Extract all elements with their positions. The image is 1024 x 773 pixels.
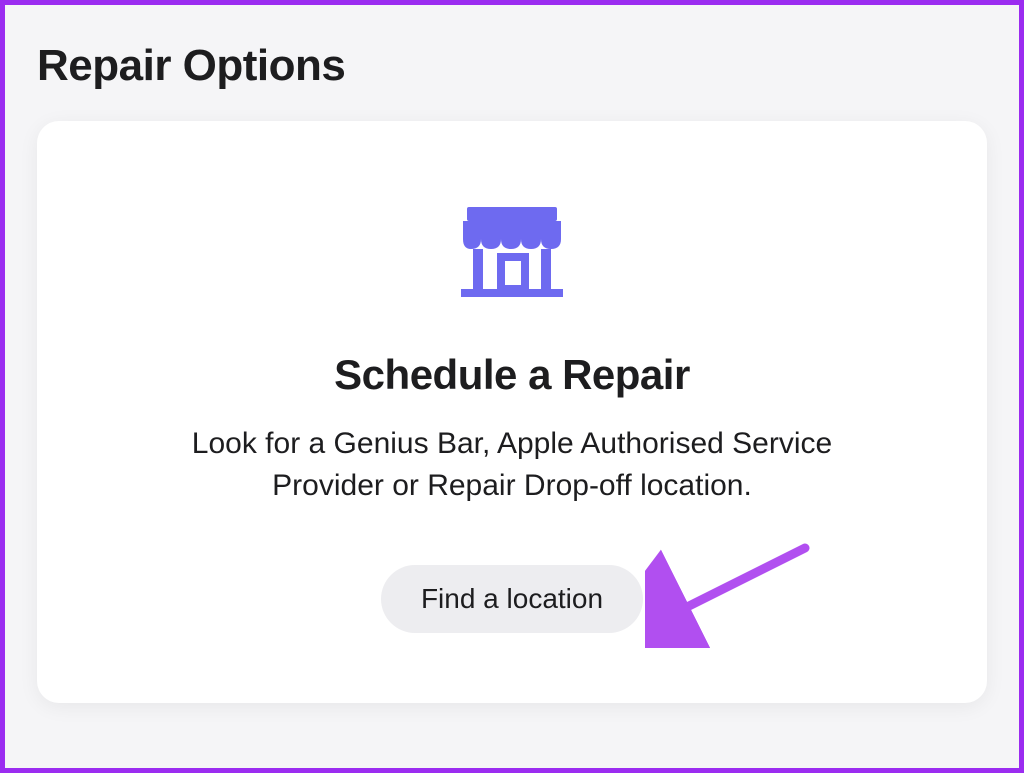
page: Repair Options Schedule a Repair Look fo…: [5, 5, 1019, 731]
card-title: Schedule a Repair: [97, 351, 927, 399]
page-title: Repair Options: [37, 41, 991, 91]
repair-card: Schedule a Repair Look for a Genius Bar,…: [37, 121, 987, 703]
storefront-icon: [97, 201, 927, 301]
find-location-button[interactable]: Find a location: [381, 565, 643, 633]
card-description: Look for a Genius Bar, Apple Authorised …: [132, 423, 892, 507]
